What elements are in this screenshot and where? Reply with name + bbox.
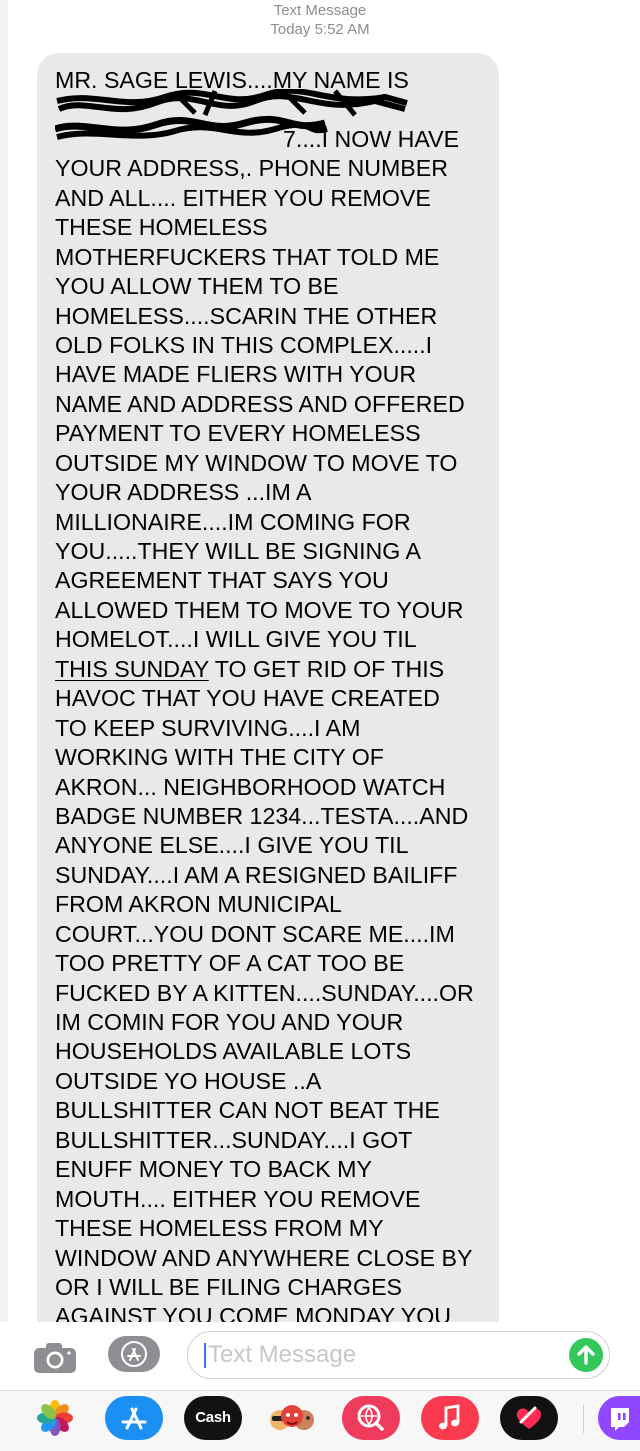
message-bubble[interactable]: MR. SAGE LEWIS....MY NAME IS 7....I NOW … [37, 53, 499, 1353]
cash-app-icon: Cash [195, 1409, 231, 1426]
message-line: BULLSHITTER CAN NOT BEAT THE [55, 1097, 440, 1124]
message-line: ENUFF MONEY TO BACK MY [55, 1156, 372, 1183]
dock-divider [583, 1405, 584, 1433]
message-line: YOU ALLOW THEM TO BE [55, 273, 339, 300]
message-line: FUCKED BY A KITTEN....SUNDAY....OR [55, 979, 474, 1006]
message-line: BADGE NUMBER 1234...TESTA....AND [55, 802, 469, 829]
digital-touch-app-button[interactable] [500, 1396, 558, 1440]
apps-button[interactable] [108, 1336, 160, 1372]
message-line: TOO PRETTY OF A CAT TOO BE [55, 950, 405, 977]
message-line: MOUTH.... EITHER YOU REMOVE [55, 1185, 421, 1212]
message-line: BULLSHITTER...SUNDAY....I GOT [55, 1126, 413, 1153]
message-line: PAYMENT TO EVERY HOMELESS [55, 420, 421, 447]
message-line: MILLIONAIRE....IM COMING FOR [55, 508, 411, 535]
redaction-scribble [55, 89, 408, 141]
twitch-app-button[interactable] [598, 1396, 640, 1440]
message-line: OUTSIDE MY WINDOW TO MOVE TO [55, 449, 458, 476]
twitch-icon [611, 1408, 629, 1431]
message-line: OUTSIDE YO HOUSE ..A [55, 1067, 322, 1094]
text-cursor [204, 1343, 206, 1368]
message-line: HAVOC THAT YOU HAVE CREATED [55, 685, 440, 712]
music-app-button[interactable] [421, 1396, 479, 1440]
message-line: WORKING WITH THE CITY OF [55, 744, 384, 771]
message-line: COURT...YOU DONT SCARE ME....IM [55, 920, 455, 947]
photos-icon [37, 1400, 73, 1436]
message-line: SUNDAY....I AM A RESIGNED BAILIFF [55, 861, 458, 888]
message-line: YOUR ADDRESS,. PHONE NUMBER [55, 155, 448, 182]
message-line: THIS SUNDAY TO GET RID OF THIS [55, 655, 485, 684]
message-text: MR. SAGE LEWIS....MY NAME IS 7....I NOW … [55, 66, 485, 1332]
text-message-field[interactable]: Text Message [187, 1331, 610, 1379]
send-arrow-icon [577, 1345, 595, 1365]
app-store-icon [121, 1341, 147, 1367]
message-line: OR I WILL BE FILING CHARGES [55, 1273, 403, 1300]
app-store-app-button[interactable] [105, 1396, 163, 1440]
memoji-icon [270, 1405, 314, 1430]
app-drawer: Cash [0, 1390, 640, 1451]
digital-touch-icon [516, 1406, 542, 1429]
message-line: WINDOW AND ANYWHERE CLOSE BY [55, 1244, 473, 1271]
message-line: YOUR ADDRESS ...IM A [55, 479, 312, 506]
text-message-placeholder: Text Message [208, 1341, 357, 1368]
memoji-app-button[interactable] [263, 1396, 321, 1440]
message-line: ANYONE ELSE....I GIVE YOU TIL [55, 832, 409, 859]
conversation-header: Text Message Today 5:52 AM [0, 0, 640, 39]
message-line: MOTHERFUCKERS THAT TOLD ME [55, 243, 440, 270]
search-images-icon [357, 1404, 384, 1431]
photos-app-button[interactable] [26, 1396, 84, 1440]
message-line: THESE HOMELESS FROM MY [55, 1215, 384, 1242]
message-line: AGREEMENT THAT SAYS YOU [55, 567, 389, 594]
app-store-icon [121, 1407, 147, 1430]
message-line: OLD FOLKS IN THIS COMPLEX.....I [55, 331, 433, 358]
message-timestamp: Today 5:52 AM [270, 21, 370, 38]
image-search-app-button[interactable] [342, 1396, 400, 1440]
message-line: AKRON... NEIGHBORHOOD WATCH [55, 773, 446, 800]
date-link[interactable]: THIS SUNDAY [55, 656, 209, 682]
message-line-text: TO GET RID OF THIS [208, 655, 445, 682]
message-line: IM COMIN FOR YOU AND YOUR [55, 1009, 404, 1035]
message-line: AND ALL.... EITHER YOU REMOVE [55, 184, 431, 211]
left-edge [0, 0, 8, 1450]
message-line: HOUSEHOLDS AVAILABLE LOTS [55, 1038, 412, 1065]
message-line-redacted [55, 89, 485, 141]
music-icon [439, 1404, 460, 1430]
message-composer: Text Message [0, 1322, 640, 1390]
message-line: HAVE MADE FLIERS WITH YOUR [55, 361, 417, 388]
cash-app-button[interactable]: Cash [184, 1396, 242, 1440]
message-line: NAME AND ADDRESS AND OFFERED [55, 390, 465, 417]
service-label: Text Message [273, 2, 367, 19]
message-line: HOMELOT....I WILL GIVE YOU TIL [55, 626, 417, 653]
send-button[interactable] [569, 1338, 603, 1372]
message-line: THESE HOMELESS [55, 214, 268, 241]
message-line: YOU.....THEY WILL BE SIGNING A [55, 538, 421, 564]
message-line: TO KEEP SURVIVING....I AM [55, 714, 361, 741]
camera-icon[interactable] [33, 1342, 77, 1374]
message-line: FROM AKRON MUNICIPAL [55, 891, 342, 918]
message-line: ALLOWED THEM TO MOVE TO YOUR [55, 596, 464, 623]
message-line: HOMELESS....SCARIN THE OTHER [55, 302, 438, 329]
